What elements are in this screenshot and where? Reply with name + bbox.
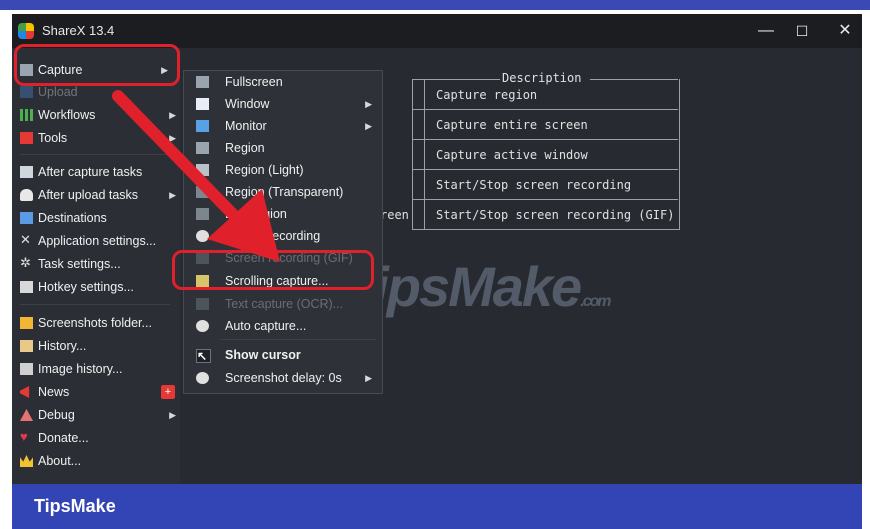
menu-item-history[interactable]: History... <box>20 336 178 356</box>
minimize-button[interactable]: — <box>748 20 784 42</box>
menu-item-label: Debug <box>38 408 75 422</box>
chevron-right-icon: ▶ <box>365 121 372 131</box>
hotkey-table: Description Capture region Capture entir… <box>380 71 680 231</box>
menu-item-about[interactable]: About... <box>20 451 178 471</box>
menu-item-image-history[interactable]: Image history... <box>20 359 178 379</box>
image-history-icon <box>20 363 33 375</box>
header-rule-right <box>590 79 678 80</box>
clock-icon <box>196 372 209 384</box>
row-divider <box>412 199 678 200</box>
sharex-logo-icon <box>18 23 34 39</box>
arrow-shaft <box>112 90 258 240</box>
row-divider <box>412 169 678 170</box>
bottom-banner: TipsMake <box>12 484 862 529</box>
table-cell-hotkey: reen <box>380 208 409 222</box>
chevron-right-icon: ▶ <box>365 373 372 383</box>
upload-icon <box>20 86 33 98</box>
hotkey-settings-icon <box>20 281 33 293</box>
menu-item-news[interactable]: News + <box>20 382 178 402</box>
row-divider <box>412 109 678 110</box>
sharex-window: ShareX 13.4 — ☐ ✕ Description Capture re… <box>12 14 862 484</box>
row-divider <box>412 139 678 140</box>
submenu-separator <box>220 339 376 340</box>
submenu-item-text-capture[interactable]: Text capture (OCR)... <box>184 293 382 315</box>
news-icon <box>20 386 30 398</box>
destinations-icon <box>20 212 33 224</box>
menu-item-label: Screenshots folder... <box>38 316 152 330</box>
top-accent-strip <box>0 0 870 10</box>
menu-item-donate[interactable]: ♥ Donate... <box>20 428 178 448</box>
submenu-item-label: Screenshot delay: 0s <box>225 371 342 385</box>
menu-item-label: Image history... <box>38 362 123 376</box>
title-bar: ShareX 13.4 — ☐ ✕ <box>12 14 862 48</box>
menu-item-screenshots-folder[interactable]: Screenshots folder... <box>20 313 178 333</box>
watermark-suffix: .com <box>580 293 611 310</box>
app-settings-icon: ✕ <box>20 232 31 247</box>
table-header: Description <box>502 71 582 85</box>
clock-icon <box>196 320 209 332</box>
menu-item-label: Destinations <box>38 211 107 225</box>
chevron-right-icon: ▶ <box>169 410 176 420</box>
tools-icon <box>20 132 33 144</box>
workflows-icon <box>20 109 33 121</box>
submenu-item-label: Auto capture... <box>225 319 307 333</box>
after-capture-icon <box>20 166 33 178</box>
banner-text: TipsMake <box>34 496 116 516</box>
table-cell-description: Capture entire screen <box>436 118 588 132</box>
debug-icon <box>20 409 33 421</box>
maximize-button[interactable]: ☐ <box>784 20 820 42</box>
red-arrow-annotation <box>112 90 280 262</box>
folder-icon <box>20 317 33 329</box>
menu-item-label: Workflows <box>38 108 96 122</box>
table-cell-description: Start/Stop screen recording (GIF) <box>436 208 675 222</box>
menu-item-label: News <box>38 385 70 399</box>
menu-item-hotkey-settings[interactable]: Hotkey settings... <box>20 277 178 297</box>
cursor-icon: ↖ <box>196 349 211 363</box>
after-upload-icon <box>20 189 33 201</box>
screenshot-frame: ShareX 13.4 — ☐ ✕ Description Capture re… <box>0 0 870 529</box>
submenu-item-label: Show cursor <box>225 348 301 362</box>
heart-icon: ♥ <box>20 429 28 444</box>
submenu-item-show-cursor[interactable]: ↖ Show cursor <box>184 344 382 366</box>
table-cell-description: Capture region <box>436 88 538 102</box>
highlight-capture <box>14 44 180 86</box>
chevron-right-icon: ▶ <box>365 99 372 109</box>
column-divider <box>424 79 425 229</box>
menu-item-label: About... <box>38 454 82 468</box>
close-button[interactable]: ✕ <box>827 20 862 42</box>
history-icon <box>20 340 33 352</box>
menu-item-label: Donate... <box>38 431 89 445</box>
header-rule-left <box>412 79 500 80</box>
submenu-item-auto-capture[interactable]: Auto capture... <box>184 315 382 337</box>
window-title: ShareX 13.4 <box>42 23 115 38</box>
menu-item-label: Tools <box>38 131 68 145</box>
task-settings-icon: ✲ <box>20 255 31 270</box>
submenu-item-label: Text capture (OCR)... <box>225 297 344 311</box>
crown-icon <box>20 455 33 467</box>
menu-separator <box>20 304 170 305</box>
ocr-icon <box>196 298 209 310</box>
menu-item-debug[interactable]: Debug ▶ <box>20 405 178 425</box>
menu-item-label: Hotkey settings... <box>38 280 134 294</box>
table-cell-description: Start/Stop screen recording <box>436 178 632 192</box>
menu-item-label: History... <box>38 339 87 353</box>
submenu-item-screenshot-delay[interactable]: Screenshot delay: 0s ▶ <box>184 367 382 389</box>
news-badge: + <box>161 385 175 399</box>
table-cell-description: Capture active window <box>436 148 588 162</box>
